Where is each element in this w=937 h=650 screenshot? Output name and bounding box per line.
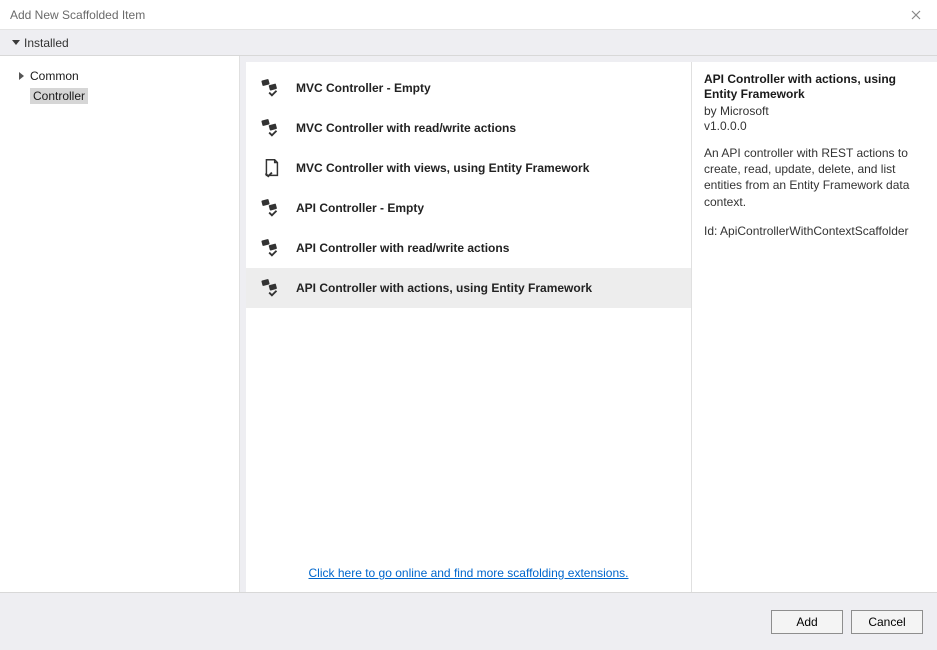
details-version: v1.0.0.0 — [704, 119, 927, 133]
controller-icon — [260, 237, 282, 259]
window-title: Add New Scaffolded Item — [10, 8, 145, 22]
add-button[interactable]: Add — [771, 610, 843, 634]
close-icon — [911, 10, 921, 20]
online-extensions-link[interactable]: Click here to go online and find more sc… — [246, 566, 691, 580]
scaffold-item-api-empty[interactable]: API Controller - Empty — [246, 188, 691, 228]
details-title: API Controller with actions, using Entit… — [704, 72, 927, 102]
scaffold-item-mvc-empty[interactable]: MVC Controller - Empty — [246, 68, 691, 108]
scaffold-item-label: API Controller with actions, using Entit… — [296, 281, 592, 295]
scaffold-item-label: MVC Controller with views, using Entity … — [296, 161, 589, 175]
scaffold-list: MVC Controller - Empty MVC Controller wi… — [246, 62, 691, 308]
scaffold-item-api-readwrite[interactable]: API Controller with read/write actions — [246, 228, 691, 268]
sidebar-item-common[interactable]: Common — [0, 66, 239, 86]
sidebar: Common Controller — [0, 56, 240, 592]
scaffold-item-mvc-readwrite[interactable]: MVC Controller with read/write actions — [246, 108, 691, 148]
sidebar-item-label: Controller — [30, 88, 88, 104]
sidebar-item-label: Common — [30, 69, 79, 83]
details-panel: API Controller with actions, using Entit… — [692, 62, 937, 592]
controller-icon — [260, 117, 282, 139]
controller-icon — [260, 277, 282, 299]
scaffold-panel: MVC Controller - Empty MVC Controller wi… — [246, 62, 692, 592]
chevron-down-icon — [12, 40, 20, 45]
chevron-right-icon — [16, 72, 26, 80]
scaffold-item-api-ef[interactable]: API Controller with actions, using Entit… — [246, 268, 691, 308]
dialog-body: Common Controller MVC Controller - Empty… — [0, 56, 937, 592]
cancel-button[interactable]: Cancel — [851, 610, 923, 634]
titlebar: Add New Scaffolded Item — [0, 0, 937, 30]
details-id: Id: ApiControllerWithContextScaffolder — [704, 224, 927, 238]
controller-views-icon — [260, 157, 282, 179]
category-bar: Installed — [0, 30, 937, 56]
dialog-footer: Add Cancel — [0, 592, 937, 650]
controller-icon — [260, 197, 282, 219]
scaffold-item-label: API Controller with read/write actions — [296, 241, 509, 255]
scaffold-item-label: API Controller - Empty — [296, 201, 424, 215]
tab-installed-label: Installed — [24, 36, 69, 50]
controller-icon — [260, 77, 282, 99]
scaffold-item-label: MVC Controller with read/write actions — [296, 121, 516, 135]
details-author: by Microsoft — [704, 104, 927, 118]
close-button[interactable] — [903, 2, 929, 28]
tab-installed[interactable]: Installed — [6, 34, 75, 52]
scaffold-item-mvc-views-ef[interactable]: MVC Controller with views, using Entity … — [246, 148, 691, 188]
sidebar-item-controller[interactable]: Controller — [0, 86, 239, 106]
scaffold-item-label: MVC Controller - Empty — [296, 81, 431, 95]
details-description: An API controller with REST actions to c… — [704, 145, 927, 210]
